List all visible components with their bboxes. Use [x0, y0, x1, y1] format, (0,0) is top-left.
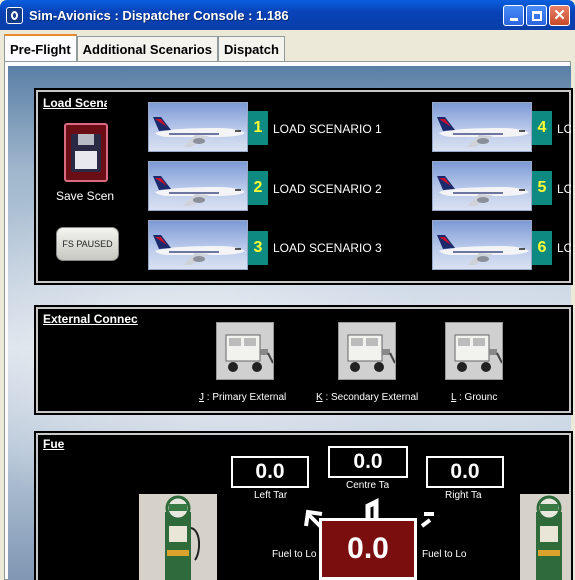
scenario-4-label: LO	[557, 122, 571, 136]
scenario-6-number[interactable]: 6	[532, 231, 552, 265]
close-icon: ✕	[553, 7, 566, 24]
maximize-button[interactable]	[526, 5, 547, 26]
left-fuel-pump-icon[interactable]	[139, 494, 217, 580]
scenario-2-number[interactable]: 2	[248, 171, 268, 205]
app-icon[interactable]	[6, 6, 23, 24]
minimize-button[interactable]	[503, 5, 524, 26]
scenario-4-number[interactable]: 4	[532, 111, 552, 145]
close-button[interactable]: ✕	[549, 5, 570, 26]
save-scenario-button[interactable]	[64, 123, 108, 182]
scenario-4-plane-image[interactable]	[432, 102, 532, 152]
secondary-external-label: K : Secondary External	[316, 392, 419, 403]
external-connections-title: External Connec	[43, 312, 138, 326]
left-tank-value[interactable]: 0.0	[231, 456, 309, 488]
left-tank-label: Left Tar	[254, 490, 288, 501]
fs-paused-button[interactable]: FS PAUSED	[56, 227, 119, 261]
ground-external-gpu-button[interactable]	[445, 322, 503, 380]
secondary-external-gpu-button[interactable]	[338, 322, 396, 380]
tab-additional-scenarios[interactable]: Additional Scenarios	[76, 36, 218, 62]
ground-external-label: L : Grounc	[451, 392, 498, 403]
scenario-2-plane-image[interactable]	[148, 161, 248, 211]
maximize-icon	[531, 10, 542, 21]
centre-tank-label: Centre Ta	[346, 480, 390, 491]
scenario-1-number[interactable]: 1	[248, 111, 268, 145]
floppy-disk-icon	[71, 133, 101, 172]
scenario-2-label: LOAD SCENARIO 2	[273, 182, 382, 196]
scenario-5-number[interactable]: 5	[532, 171, 552, 205]
fuel-main-value[interactable]: 0.0	[319, 518, 417, 580]
fuel-to-left-label: Fuel to Lo	[272, 549, 317, 560]
save-scenario-label: Save Scen	[56, 189, 115, 203]
scenario-1-label: LOAD SCENARIO 1	[273, 122, 382, 136]
scenario-6-label: LO	[557, 241, 571, 255]
primary-external-gpu-button[interactable]	[216, 322, 274, 380]
fuel-to-right-label: Fuel to Lo	[422, 549, 467, 560]
fuel-title: Fue	[43, 437, 65, 451]
scenario-5-plane-image[interactable]	[432, 161, 532, 211]
load-scenario-title: Load Scena	[43, 96, 107, 110]
scenario-3-plane-image[interactable]	[148, 220, 248, 270]
scenario-6-plane-image[interactable]	[432, 220, 532, 270]
window-title: Sim-Avionics : Dispatcher Console : 1.18…	[29, 7, 289, 23]
minimize-icon	[509, 18, 518, 21]
scenario-3-label: LOAD SCENARIO 3	[273, 241, 382, 255]
centre-tank-value[interactable]: 0.0	[328, 446, 408, 478]
scenario-5-label: LO	[557, 182, 571, 196]
scenario-3-number[interactable]: 3	[248, 231, 268, 265]
tab-strip: Pre-Flight Additional Scenarios Dispatch	[4, 34, 285, 62]
tab-dispatch[interactable]: Dispatch	[217, 36, 285, 62]
right-tank-value[interactable]: 0.0	[426, 456, 504, 488]
primary-external-label: J : Primary External	[199, 392, 287, 403]
title-bar: Sim-Avionics : Dispatcher Console : 1.18…	[0, 0, 575, 30]
right-tank-label: Right Ta	[445, 490, 482, 501]
right-fuel-pump-icon[interactable]	[520, 494, 571, 580]
scenario-1-plane-image[interactable]	[148, 102, 248, 152]
tab-pre-flight[interactable]: Pre-Flight	[4, 34, 77, 62]
